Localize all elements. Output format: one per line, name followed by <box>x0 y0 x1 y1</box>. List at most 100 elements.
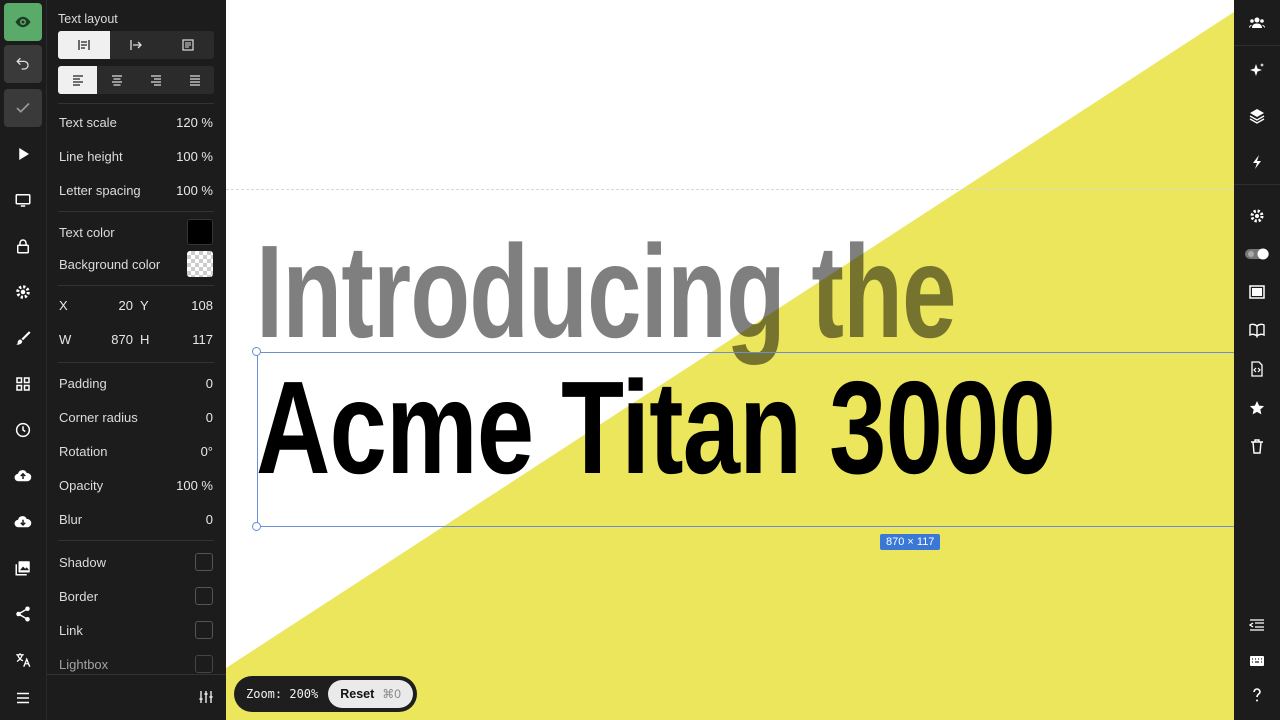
guide-line <box>226 189 1234 190</box>
blur-row[interactable]: Blur 0 <box>59 509 213 529</box>
layers-icon[interactable] <box>1246 105 1268 127</box>
resize-handle-bottom-left[interactable] <box>252 522 261 531</box>
size-row: W 870 H 117 <box>59 330 213 350</box>
reset-zoom-button[interactable]: Reset ⌘0 <box>328 680 413 708</box>
letter-spacing-row[interactable]: Letter spacing 100 % <box>59 180 213 200</box>
corner-radius-value[interactable]: 0 <box>206 410 213 425</box>
brush-icon[interactable] <box>4 319 42 357</box>
monitor-icon[interactable] <box>4 181 42 219</box>
image-gallery-icon[interactable] <box>4 549 42 587</box>
blur-label: Blur <box>59 511 83 527</box>
align-center-icon[interactable] <box>97 66 136 94</box>
lightbox-checkbox[interactable] <box>195 655 213 673</box>
align-right-icon[interactable] <box>136 66 175 94</box>
lightbox-row[interactable]: Lightbox <box>59 654 213 674</box>
cloud-download-icon[interactable] <box>4 503 42 541</box>
corner-radius-row[interactable]: Corner radius 0 <box>59 407 213 427</box>
lightning-icon[interactable] <box>1246 151 1268 173</box>
rotation-value[interactable]: 0° <box>201 444 213 459</box>
opacity-row[interactable]: Opacity 100 % <box>59 475 213 495</box>
letter-spacing-value[interactable]: 100 % <box>176 183 213 198</box>
settings-gear-icon[interactable] <box>4 273 42 311</box>
line-height-row[interactable]: Line height 100 % <box>59 146 213 166</box>
trash-icon[interactable] <box>1246 435 1268 457</box>
collaborators-icon[interactable] <box>1246 12 1268 34</box>
x-value[interactable]: 20 <box>109 298 133 313</box>
layout-fixed-icon[interactable] <box>162 31 214 59</box>
background-color-label: Background color <box>59 256 161 272</box>
link-label: Link <box>59 622 83 638</box>
history-clock-icon[interactable] <box>4 411 42 449</box>
left-toolbar <box>0 0 47 720</box>
share-icon[interactable] <box>4 595 42 633</box>
layout-fit-icon[interactable] <box>58 31 110 59</box>
lock-icon[interactable] <box>4 227 42 265</box>
border-label: Border <box>59 588 99 604</box>
background-color-swatch[interactable] <box>187 251 213 277</box>
settings-gear-icon[interactable] <box>1246 205 1268 227</box>
background-color-row[interactable]: Background color <box>59 251 213 277</box>
translate-icon[interactable] <box>4 641 42 679</box>
border-row[interactable]: Border <box>59 586 213 606</box>
headline-line-1[interactable]: Introducing the <box>256 226 956 358</box>
play-icon[interactable] <box>4 135 42 173</box>
toggle-switch-icon[interactable] <box>1244 243 1270 265</box>
link-row[interactable]: Link <box>59 620 213 640</box>
zoom-level: Zoom: 200% <box>246 687 319 701</box>
y-value[interactable]: 108 <box>179 298 213 313</box>
text-align-toggle <box>58 66 214 94</box>
line-height-value[interactable]: 100 % <box>176 149 213 164</box>
y-label: Y <box>140 298 149 313</box>
shadow-row[interactable]: Shadow <box>59 552 213 572</box>
panel-footer <box>47 674 226 720</box>
code-file-icon[interactable] <box>1246 358 1268 380</box>
border-checkbox[interactable] <box>195 587 213 605</box>
zoom-bar: Zoom: 200% Reset ⌘0 <box>234 676 417 712</box>
link-checkbox[interactable] <box>195 621 213 639</box>
frame-icon[interactable] <box>1246 281 1268 303</box>
shadow-checkbox[interactable] <box>195 553 213 571</box>
right-toolbar <box>1234 0 1280 720</box>
text-scale-row[interactable]: Text scale 120 % <box>59 112 213 132</box>
sliders-icon[interactable] <box>198 689 214 705</box>
text-scale-value[interactable]: 120 % <box>176 115 213 130</box>
menu-hamburger-icon[interactable] <box>4 679 42 717</box>
sparkle-ai-icon[interactable] <box>1246 59 1268 81</box>
w-label: W <box>59 332 72 347</box>
editor-app: Text layout Text scale 120 % Line height… <box>0 0 1280 720</box>
x-label: X <box>59 298 68 313</box>
layout-auto-width-icon[interactable] <box>110 31 162 59</box>
blur-value[interactable]: 0 <box>206 512 213 527</box>
divider <box>58 103 214 104</box>
help-icon[interactable] <box>1246 684 1268 706</box>
book-icon[interactable] <box>1246 319 1268 341</box>
corner-radius-label: Corner radius <box>59 409 138 425</box>
confirm-check-icon[interactable] <box>4 89 42 127</box>
grid-icon[interactable] <box>4 365 42 403</box>
keyboard-icon[interactable] <box>1246 650 1268 672</box>
letter-spacing-label: Letter spacing <box>59 182 141 198</box>
star-icon[interactable] <box>1246 397 1268 419</box>
undo-icon[interactable] <box>4 45 42 83</box>
design-canvas[interactable]: Introducing the Acme Titan 3000 870 × 11… <box>226 0 1234 720</box>
rotation-row[interactable]: Rotation 0° <box>59 441 213 461</box>
text-color-swatch[interactable] <box>187 219 213 245</box>
h-value[interactable]: 117 <box>179 332 213 347</box>
line-height-label: Line height <box>59 148 123 164</box>
padding-row[interactable]: Padding 0 <box>59 373 213 393</box>
collapse-panel-icon[interactable] <box>1246 614 1268 636</box>
padding-value[interactable]: 0 <box>206 376 213 391</box>
preview-eye-icon[interactable] <box>4 3 42 41</box>
text-color-row[interactable]: Text color <box>59 219 213 245</box>
selection-box[interactable] <box>257 352 1234 527</box>
opacity-value[interactable]: 100 % <box>176 478 213 493</box>
text-color-label: Text color <box>59 224 115 240</box>
align-justify-icon[interactable] <box>175 66 214 94</box>
align-left-icon[interactable] <box>58 66 97 94</box>
text-layout-title: Text layout <box>58 12 118 26</box>
cloud-upload-icon[interactable] <box>4 457 42 495</box>
divider <box>1234 184 1280 185</box>
w-value[interactable]: 870 <box>103 332 133 347</box>
resize-handle-top-left[interactable] <box>252 347 261 356</box>
properties-panel: Text layout Text scale 120 % Line height… <box>47 0 226 720</box>
